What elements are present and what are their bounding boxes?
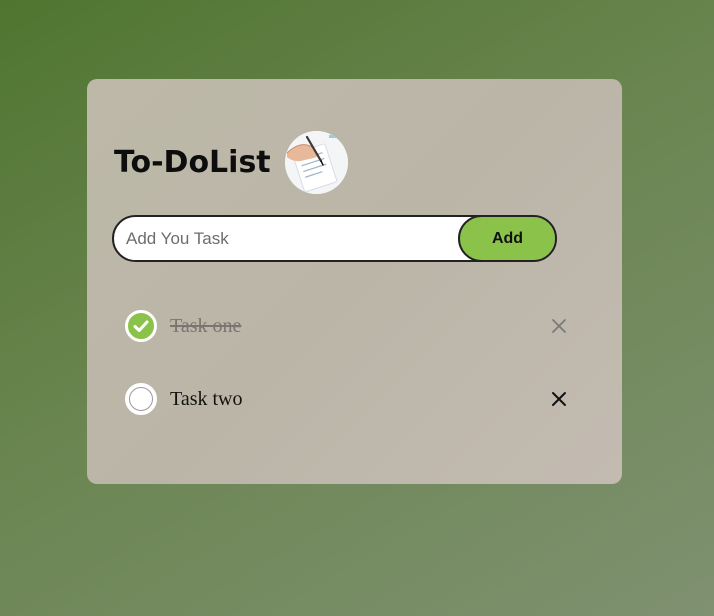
close-icon[interactable] xyxy=(550,317,568,335)
task-list: Task one Task two xyxy=(125,308,585,454)
header: To-DoList xyxy=(114,131,348,194)
page-title: To-DoList xyxy=(114,145,271,180)
list-item[interactable]: Task one xyxy=(125,308,585,344)
task-label: Task one xyxy=(170,314,242,337)
checkbox-ring xyxy=(129,387,153,411)
unchecked-circle-icon[interactable] xyxy=(125,383,157,415)
checked-circle-icon[interactable] xyxy=(125,310,157,342)
close-icon[interactable] xyxy=(550,390,568,408)
todo-card: To-DoList Add You Task Add Task one Task… xyxy=(87,79,622,484)
list-item[interactable]: Task two xyxy=(125,381,585,417)
task-input-group: Add xyxy=(112,215,557,262)
checklist-writing-hand-icon xyxy=(284,131,348,194)
task-label: Task two xyxy=(170,387,243,410)
add-button[interactable]: Add xyxy=(458,217,555,260)
task-input[interactable] xyxy=(114,217,466,260)
